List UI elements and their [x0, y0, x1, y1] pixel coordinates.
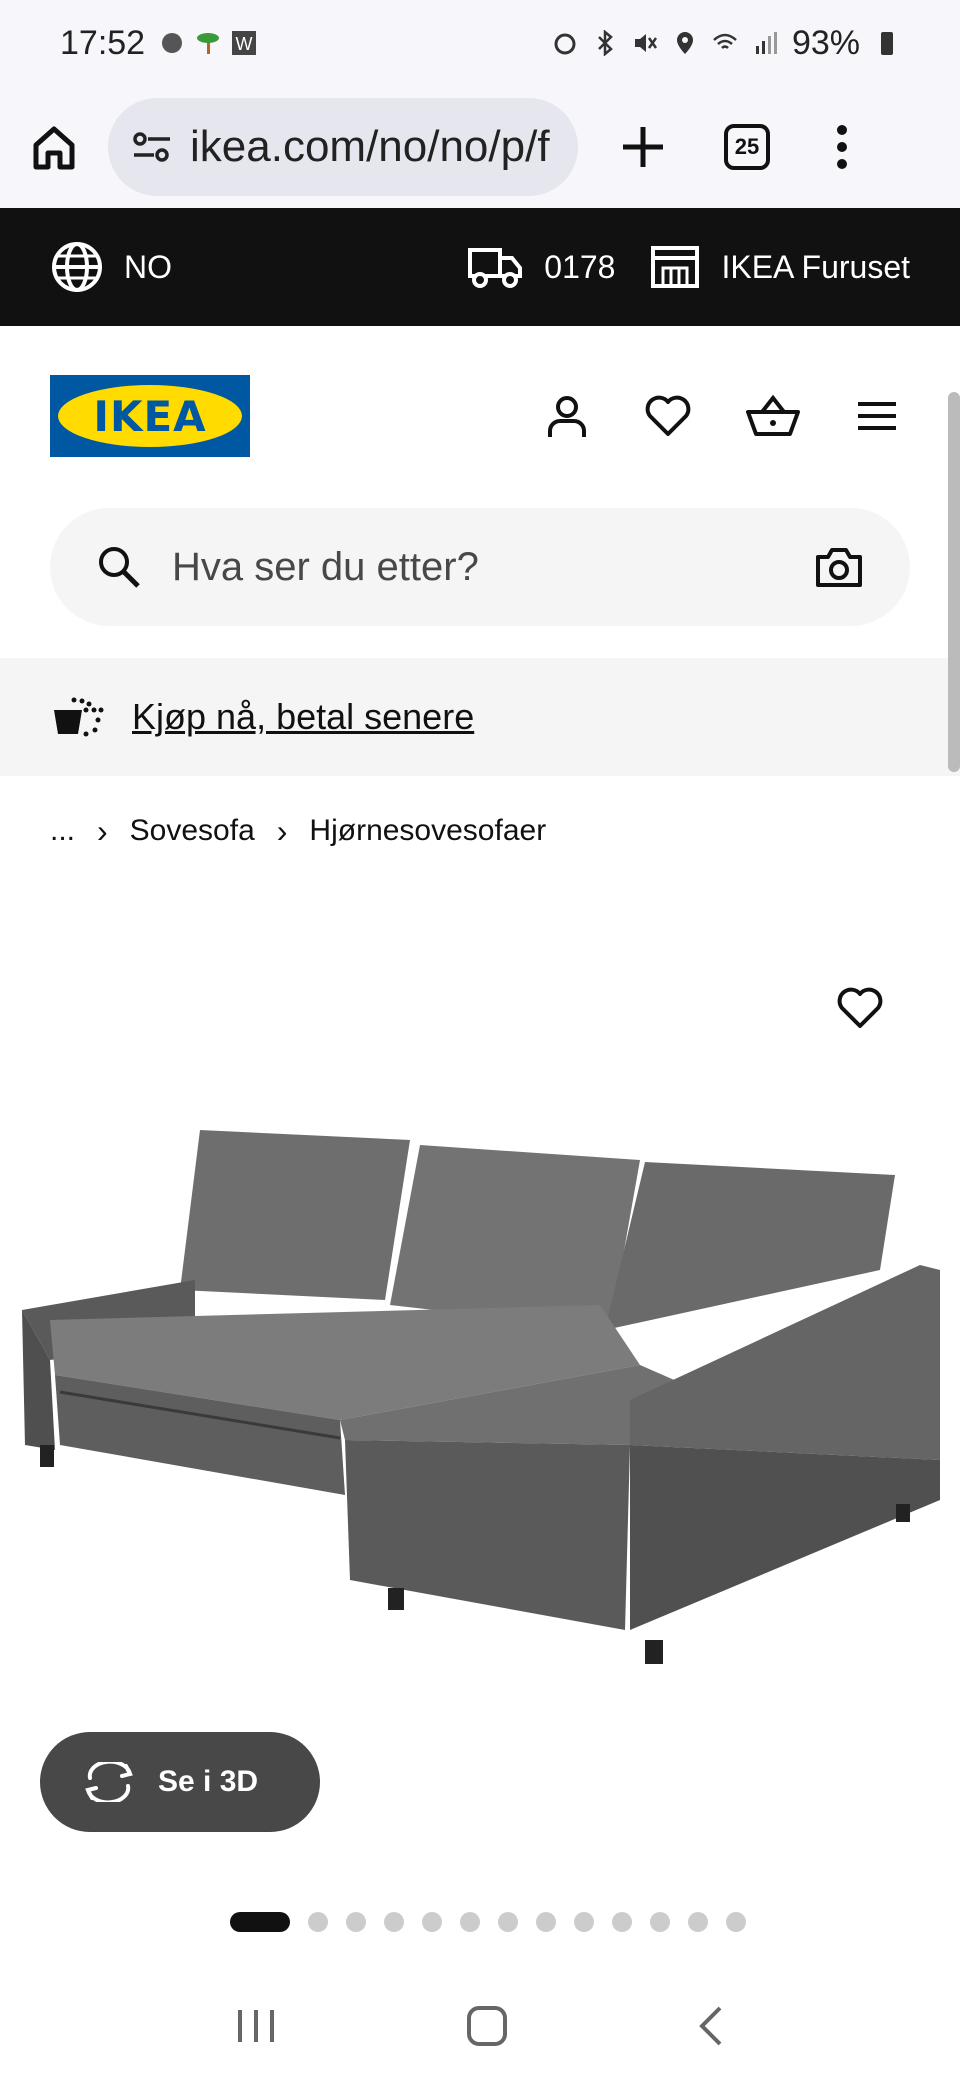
search-icon [99, 547, 140, 588]
signal-icon [755, 32, 777, 54]
site-header: IKEA [0, 326, 960, 506]
ikea-logo[interactable]: IKEA [50, 375, 250, 457]
carousel-dot-2[interactable] [308, 1912, 328, 1932]
search-placeholder: Hva ser du etter? [172, 544, 479, 589]
svg-text:W: W [236, 34, 253, 54]
view-3d-button[interactable]: Se i 3D [40, 1732, 320, 1832]
chaise-front [345, 1440, 630, 1630]
carousel-dot-11[interactable] [650, 1912, 670, 1932]
back-icon[interactable] [696, 2004, 726, 2048]
carousel-dot-3[interactable] [346, 1912, 366, 1932]
favorite-product-heart-icon[interactable] [836, 986, 884, 1030]
truck-icon [468, 248, 523, 288]
hamburger-icon[interactable] [854, 398, 900, 434]
battery-icon [881, 32, 893, 55]
site-settings-icon [133, 132, 170, 162]
logo-oval: IKEA [58, 385, 242, 447]
postcode-label: 0178 [544, 248, 616, 285]
address-bar[interactable]: ikea.com/no/no/p/f [108, 98, 578, 196]
basket-dotted-icon [54, 697, 104, 737]
carousel-dot-6[interactable] [460, 1912, 480, 1932]
chevron-right-icon: › [97, 812, 108, 849]
back-cushion-left [180, 1130, 410, 1300]
product-image[interactable] [0, 1100, 960, 1700]
location-icon [676, 32, 693, 54]
alarm-icon [554, 33, 576, 55]
home-icon [33, 126, 75, 170]
globe-icon [52, 242, 102, 292]
wifi-icon [713, 33, 737, 49]
country-code: NO [124, 248, 172, 285]
w-app-icon: W [232, 31, 257, 55]
mute-icon [634, 34, 657, 52]
system-icons: 93% [552, 24, 900, 63]
carousel-dot-9[interactable] [574, 1912, 594, 1932]
store-icon [651, 246, 700, 288]
url-text: ikea.com/no/no/p/f [190, 122, 550, 171]
status-time: 17:52 [60, 23, 146, 62]
tab-switcher-button[interactable]: 25 [724, 124, 770, 170]
pay-later-banner: Kjøp nå, betal senere [0, 658, 960, 776]
carousel-dot-7[interactable] [498, 1912, 518, 1932]
carousel-dot-5[interactable] [422, 1912, 442, 1932]
sofa-right-side [630, 1445, 940, 1630]
basket-icon[interactable] [746, 394, 800, 438]
pay-later-link[interactable]: Kjøp nå, betal senere [132, 696, 474, 738]
store-name: IKEA Furuset [721, 248, 910, 285]
carousel-dot-13[interactable] [726, 1912, 746, 1932]
account-icon[interactable] [544, 393, 590, 439]
chevron-right-icon: › [276, 812, 288, 849]
carousel-dot-10[interactable] [612, 1912, 632, 1932]
delivery-postcode[interactable]: 0178 [466, 244, 615, 290]
logo-text: IKEA [93, 391, 207, 441]
home-button[interactable] [26, 119, 82, 175]
status-bar: 17:52 W 93% [0, 0, 960, 86]
breadcrumb: ... › Sovesofa › Hjørnesovesofaer [50, 806, 546, 856]
search-bar[interactable]: Hva ser du etter? [50, 508, 910, 626]
system-nav-bar [0, 1972, 960, 2080]
carousel-dot-1[interactable] [230, 1912, 290, 1932]
page-scrollbar[interactable] [948, 392, 960, 772]
app-notification-icon [162, 33, 183, 53]
camera-icon[interactable] [814, 545, 864, 589]
breadcrumb-sovesofa[interactable]: Sovesofa [130, 814, 255, 848]
view-3d-label: Se i 3D [158, 1765, 259, 1798]
tab-count: 25 [724, 124, 770, 170]
carousel-dot-12[interactable] [688, 1912, 708, 1932]
rotate-3d-icon [85, 1762, 133, 1802]
ikea-top-bar: NO 0178 IKEA Furuset [0, 208, 960, 326]
browser-toolbar: ikea.com/no/no/p/f 25 [0, 86, 960, 208]
palm-tree-icon [197, 33, 220, 54]
new-tab-button[interactable] [618, 122, 668, 172]
kebab-menu-icon [837, 125, 847, 169]
notification-icons: W [159, 30, 257, 56]
header-actions [544, 393, 910, 439]
country-selector[interactable]: NO [50, 240, 172, 294]
carousel-dot-8[interactable] [536, 1912, 556, 1932]
breadcrumb-ellipsis[interactable]: ... [50, 814, 75, 848]
carousel-dot-4[interactable] [384, 1912, 404, 1932]
back-cushion-middle [390, 1145, 640, 1330]
recent-apps-icon[interactable] [234, 2006, 278, 2046]
plus-icon [623, 127, 663, 167]
home-nav-icon[interactable] [465, 2004, 509, 2048]
bluetooth-icon [598, 30, 613, 56]
heart-icon[interactable] [644, 394, 692, 438]
image-carousel-dots [230, 1912, 746, 1932]
store-selector[interactable]: IKEA Furuset [649, 244, 910, 290]
browser-menu-button[interactable] [832, 122, 852, 172]
battery-percent: 93% [791, 23, 860, 62]
breadcrumb-hjornesovesofaer[interactable]: Hjørnesovesofaer [309, 814, 546, 848]
